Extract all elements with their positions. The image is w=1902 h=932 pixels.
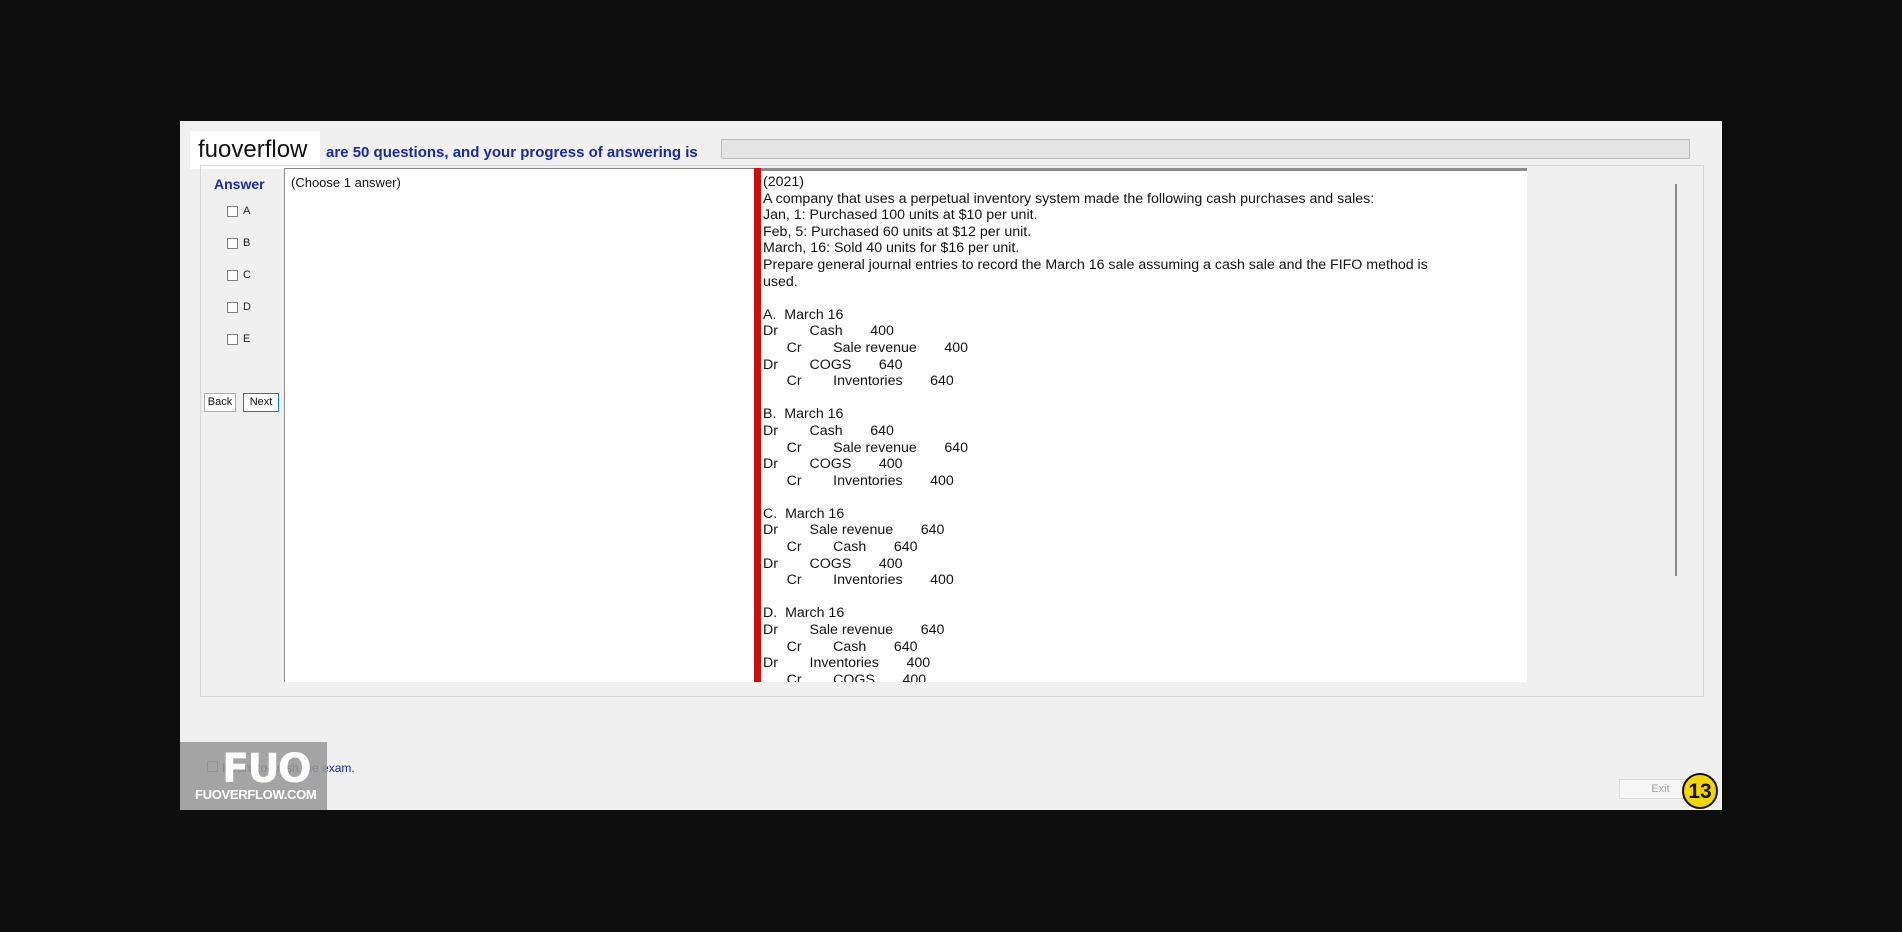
question-line: B. March 16 xyxy=(763,406,844,423)
question-line: Cr Sale revenue 400 xyxy=(763,339,969,356)
option-b-checkbox[interactable] xyxy=(227,237,238,249)
question-line: used. xyxy=(763,273,798,290)
splitter-bar[interactable] xyxy=(754,168,761,682)
question-line: March, 16: Sold 40 units for $16 per uni… xyxy=(763,240,1020,257)
option-b[interactable]: B xyxy=(227,237,250,249)
question-line: (2021) xyxy=(763,174,805,190)
brand-logo: fuoverflow xyxy=(190,131,320,169)
question-panel: (2021) A company that uses a perpetual in… xyxy=(761,168,1527,682)
option-c-label: C xyxy=(243,269,251,281)
question-line: Feb, 5: Purchased 60 units at $12 per un… xyxy=(763,223,1032,240)
page-number-badge: 13 xyxy=(1682,773,1718,809)
question-line: Jan, 1: Purchased 100 units at $10 per u… xyxy=(763,207,1038,224)
question-line: Dr COGS 400 xyxy=(763,555,903,572)
option-d[interactable]: D xyxy=(227,301,251,313)
option-c-checkbox[interactable] xyxy=(227,269,238,281)
question-line: Dr Inventories 400 xyxy=(763,655,931,672)
next-button[interactable]: Next xyxy=(243,393,279,412)
option-a-label: A xyxy=(243,205,251,217)
question-line: Dr Sale revenue 640 xyxy=(763,522,945,539)
option-e-checkbox[interactable] xyxy=(227,333,238,345)
watermark-logo: FUO xyxy=(222,746,312,792)
question-line: A. March 16 xyxy=(763,306,844,323)
option-d-checkbox[interactable] xyxy=(227,301,238,313)
question-line: Cr Cash 640 xyxy=(763,638,918,655)
question-line: Cr Inventories 640 xyxy=(763,373,954,390)
question-scrollbar[interactable] xyxy=(1675,184,1677,576)
question-line xyxy=(763,489,1428,506)
question-line: Dr COGS 400 xyxy=(763,456,903,473)
progress-text: are 50 questions, and your progress of a… xyxy=(326,144,698,161)
question-line xyxy=(763,390,1428,407)
question-line: Prepare general journal entries to recor… xyxy=(763,256,1428,273)
question-line: Cr Inventories 400 xyxy=(763,472,954,489)
side-panel xyxy=(1527,168,1693,682)
option-e[interactable]: E xyxy=(227,333,250,345)
question-line: C. March 16 xyxy=(763,505,845,522)
question-line: Cr Cash 640 xyxy=(763,539,918,556)
option-d-label: D xyxy=(243,301,251,313)
question-line xyxy=(763,290,1428,307)
option-e-label: E xyxy=(243,333,251,345)
question-line: Cr Inventories 400 xyxy=(763,572,954,589)
answer-title: Answer xyxy=(214,176,265,192)
watermark-site: FUOVERFLOW.COM xyxy=(195,787,317,802)
question-line xyxy=(763,589,1428,606)
question-text: (2021) A company that uses a perpetual in… xyxy=(763,174,1428,682)
question-line: Dr Sale revenue 640 xyxy=(763,622,945,639)
option-a[interactable]: A xyxy=(227,205,250,217)
question-line: A company that uses a perpetual inventor… xyxy=(763,190,1375,207)
question-line: Dr Cash 640 xyxy=(763,422,894,439)
question-line: Dr Cash 400 xyxy=(763,323,894,340)
exam-window: fuoverflow are 50 questions, and your pr… xyxy=(180,121,1722,810)
question-line: Cr COGS 400 xyxy=(763,671,927,682)
progress-bar xyxy=(721,139,1690,159)
choose-panel: (Choose 1 answer) xyxy=(284,168,755,682)
question-line: Dr COGS 640 xyxy=(763,356,903,373)
choose-instruction: (Choose 1 answer) xyxy=(291,175,401,190)
question-line: D. March 16 xyxy=(763,605,845,622)
option-b-label: B xyxy=(243,237,251,249)
option-a-checkbox[interactable] xyxy=(227,205,238,217)
question-line: Cr Sale revenue 640 xyxy=(763,439,969,456)
back-button[interactable]: Back xyxy=(204,393,236,412)
watermark: FUO FUOVERFLOW.COM xyxy=(180,742,327,810)
option-c[interactable]: C xyxy=(227,269,251,281)
